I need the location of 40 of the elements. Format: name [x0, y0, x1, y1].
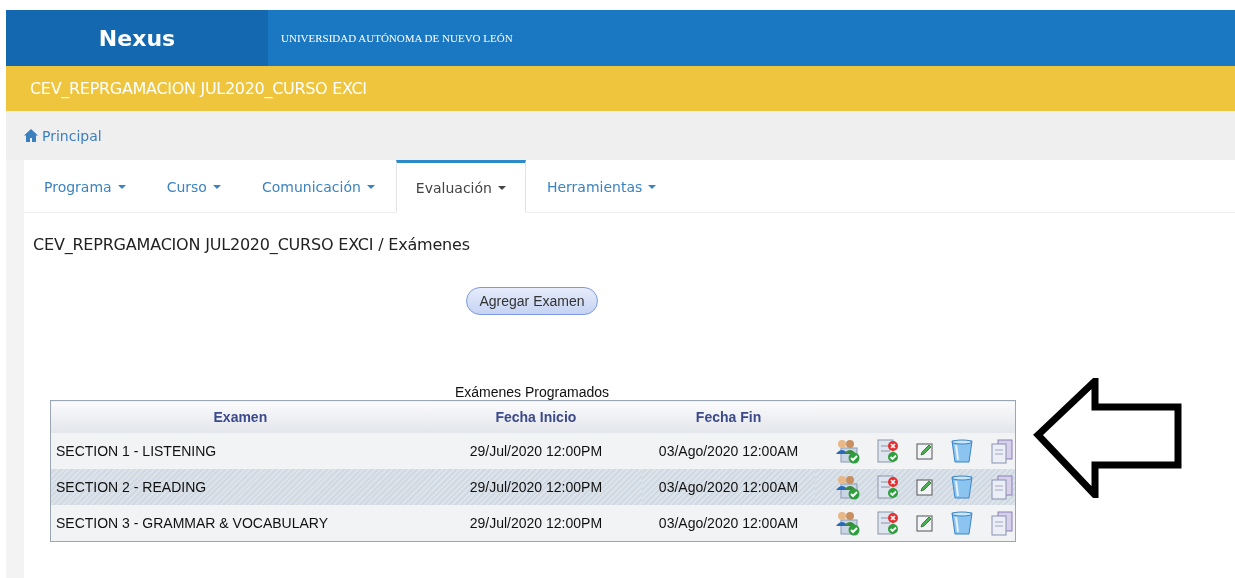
- table-cell: 29/Jul/2020 12:00PM: [469, 443, 603, 459]
- users-check-icon[interactable]: [835, 474, 861, 500]
- table-cell: 03/Ago/2020 12:00AM: [658, 479, 799, 495]
- document-status-icon[interactable]: [875, 510, 901, 536]
- table-cell: 29/Jul/2020 12:00PM: [469, 479, 603, 495]
- menu-tab[interactable]: Curso: [146, 160, 241, 212]
- trash-icon[interactable]: [949, 474, 975, 500]
- table-cell: 03/Ago/2020 12:00AM: [658, 515, 799, 531]
- page-title: CEV_REPRGAMACION JUL2020_CURSO EXCI / Exámenes: [33, 235, 471, 254]
- table-row[interactable]: SECTION 3 - GRAMMAR & VOCABULARY 29/Jul/2020 12:00PM 03/Ago/2020 12:00AM: [50, 505, 1016, 542]
- menu-tab[interactable]: Herramientas: [526, 160, 677, 212]
- column-header: Examen: [50, 400, 430, 433]
- users-check-icon[interactable]: [835, 438, 861, 464]
- home-icon[interactable]: [24, 129, 38, 142]
- table-row[interactable]: SECTION 2 - READING 29/Jul/2020 12:00PM 03/Ago/2020 12:00AM: [50, 469, 1016, 505]
- course-title: CEV_REPRGAMACION JUL2020_CURSO EXCI: [30, 79, 367, 98]
- menu-tab[interactable]: Evaluación: [395, 160, 526, 213]
- table-row[interactable]: SECTION 1 - LISTENING 29/Jul/2020 12:00PM 03/Ago/2020 12:00AM: [50, 433, 1016, 469]
- institution-name: UNIVERSIDAD AUTÓNOMA DE NUEVO LEÓN: [280, 31, 513, 46]
- brand-logo[interactable]: Nexus: [6, 10, 268, 66]
- table-cell: SECTION 1 - LISTENING: [56, 443, 217, 459]
- menu-tab[interactable]: Programa: [24, 160, 146, 212]
- users-check-icon[interactable]: [835, 510, 861, 536]
- table-cell: 29/Jul/2020 12:00PM: [469, 515, 603, 531]
- table-cell: SECTION 2 - READING: [56, 479, 207, 495]
- breadcrumb-link[interactable]: Principal: [42, 127, 102, 144]
- table-cell: SECTION 3 - GRAMMAR & VOCABULARY: [56, 515, 328, 531]
- edit-icon[interactable]: [915, 513, 935, 533]
- column-header: Fecha Inicio: [429, 400, 643, 433]
- document-status-icon[interactable]: [875, 474, 901, 500]
- add-exam-button[interactable]: Agregar Examen: [466, 287, 598, 315]
- trash-icon[interactable]: [949, 438, 975, 464]
- document-status-icon[interactable]: [875, 438, 901, 464]
- trash-icon[interactable]: [949, 510, 975, 536]
- edit-icon[interactable]: [915, 441, 935, 461]
- menu-tab[interactable]: Comunicación: [241, 160, 395, 212]
- edit-icon[interactable]: [915, 477, 935, 497]
- table-caption: Exámenes Programados: [453, 384, 611, 400]
- table-cell: 03/Ago/2020 12:00AM: [658, 443, 799, 459]
- column-header: Fecha Fin: [642, 400, 815, 433]
